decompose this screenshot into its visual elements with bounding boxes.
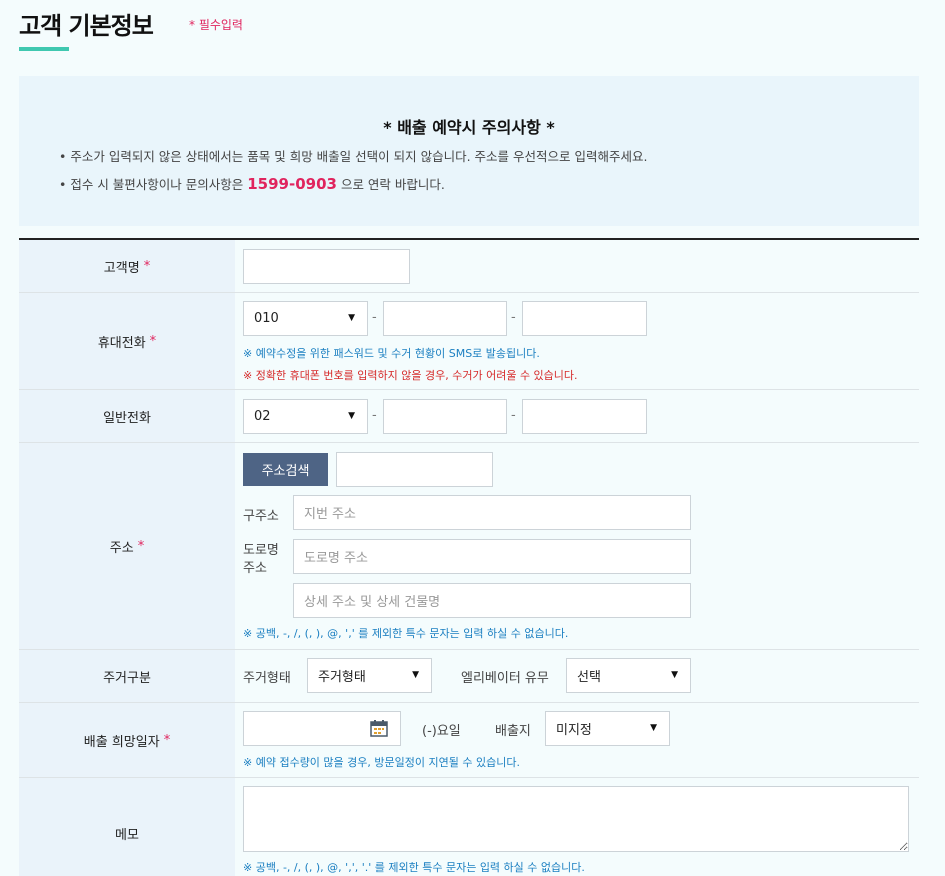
address-special-char-note: ※ 공백, -, /, (, ), @, ',' 를 제외한 특수 문자는 입력… [243, 627, 569, 640]
elevator-select[interactable]: 선택 ▼ [566, 658, 691, 693]
page-title: 고객 기본정보 [19, 12, 154, 40]
schedule-delay-note: ※ 예약 접수량이 많을 경우, 방문일정이 지연될 수 있습니다. [243, 756, 520, 769]
disposal-location-select[interactable]: 미지정 ▼ [545, 711, 670, 746]
notice-line-contact-prefix: • 접수 시 불편사항이나 문의사항은 [59, 177, 248, 192]
dash-separator: - [372, 310, 377, 325]
housing-type-label: 주거형태 [243, 671, 291, 686]
weekday-display: (-)요일 [422, 724, 461, 739]
required-mark: * [149, 333, 157, 349]
required-mark: * [143, 258, 151, 274]
chevron-down-icon: ▼ [412, 670, 419, 680]
page-header: 고객 기본정보 * 필수입력 [19, 6, 243, 51]
customer-info-form: 고객명 * 휴대전화 * 010 ▼ - - ※ 예약수정을 위한 패스워드 및 수… [19, 238, 919, 876]
required-mark: * [137, 538, 145, 554]
title-underline [19, 47, 69, 51]
landline-last-input[interactable] [522, 399, 647, 434]
notice-box: * 배출 예약시 주의사항 * • 주소가 입력되지 않은 상태에서는 품목 및… [19, 76, 919, 226]
disposal-date-label: 배출 희망일자 * [19, 703, 235, 777]
required-note: * 필수입력 [189, 18, 243, 32]
landline-label: 일반전화 [19, 390, 235, 442]
dash-separator: - [372, 408, 377, 423]
mobile-phone-label: 휴대전화 * [19, 293, 235, 389]
customer-name-label: 고객명 * [19, 240, 235, 292]
customer-name-input[interactable] [243, 249, 410, 284]
address-label: 주소 * [19, 443, 235, 649]
mobile-last-input[interactable] [522, 301, 647, 336]
road-address-input[interactable]: 도로명 주소 [293, 539, 691, 574]
row-mobile-phone: 휴대전화 * 010 ▼ - - ※ 예약수정을 위한 패스워드 및 수거 현황이… [19, 293, 919, 390]
zipcode-input[interactable] [336, 452, 493, 487]
contact-phone-number: 1599-0903 [247, 175, 337, 193]
notice-line-contact: • 접수 시 불편사항이나 문의사항은 1599-0903 으로 연락 바랍니다… [59, 174, 445, 193]
sms-note: ※ 예약수정을 위한 패스워드 및 수거 현황이 SMS로 발송됩니다. [243, 347, 540, 360]
disposal-date-input[interactable] [243, 711, 401, 746]
memo-textarea[interactable] [243, 786, 909, 852]
chevron-down-icon: ▼ [650, 723, 657, 733]
disposal-location-label: 배출지 [495, 724, 531, 739]
required-mark: * [163, 732, 171, 748]
chevron-down-icon: ▼ [348, 313, 355, 323]
old-address-label: 구주소 [243, 509, 279, 524]
notice-line-address: • 주소가 입력되지 않은 상태에서는 품목 및 희망 배출일 선택이 되지 않… [59, 149, 648, 164]
address-search-button[interactable]: 주소검색 [243, 453, 328, 486]
elevator-label: 엘리베이터 유무 [461, 671, 549, 686]
road-address-label-line1: 도로명 [243, 543, 279, 558]
row-landline-phone: 일반전화 02 ▼ - - [19, 390, 919, 443]
notice-title: * 배출 예약시 주의사항 * [383, 118, 555, 137]
memo-special-char-note: ※ 공백, -, /, (, ), @, ',', '.' 를 제외한 특수 문… [243, 861, 585, 874]
detail-address-input[interactable]: 상세 주소 및 상세 건물명 [293, 583, 691, 618]
row-memo: 메모 ※ 공백, -, /, (, ), @, ',', '.' 를 제외한 특… [19, 778, 919, 876]
row-housing-type: 주거구분 주거형태 주거형태 ▼ 엘리베이터 유무 선택 ▼ [19, 650, 919, 703]
housing-type-select[interactable]: 주거형태 ▼ [307, 658, 432, 693]
mobile-middle-input[interactable] [383, 301, 507, 336]
landline-prefix-select[interactable]: 02 ▼ [243, 399, 368, 434]
memo-label: 메모 [19, 778, 235, 876]
old-address-input[interactable]: 지번 주소 [293, 495, 691, 530]
phone-accuracy-warning: ※ 정확한 휴대폰 번호를 입력하지 않을 경우, 수거가 어려울 수 있습니다… [243, 369, 578, 382]
calendar-icon[interactable] [370, 720, 388, 737]
chevron-down-icon: ▼ [348, 411, 355, 421]
dash-separator: - [511, 310, 516, 325]
road-address-label-line2: 주소 [243, 561, 267, 576]
mobile-prefix-select[interactable]: 010 ▼ [243, 301, 368, 336]
row-customer-name: 고객명 * [19, 240, 919, 293]
dash-separator: - [511, 408, 516, 423]
housing-label: 주거구분 [19, 650, 235, 702]
chevron-down-icon: ▼ [671, 670, 678, 680]
row-address: 주소 * 주소검색 구주소 지번 주소 도로명 주소 도로명 주소 상세 주소 및… [19, 443, 919, 650]
notice-line-contact-suffix: 으로 연락 바랍니다. [336, 177, 445, 192]
row-disposal-date: 배출 희망일자 * (-)요일 배출지 미지정 ▼ ※ 예약 접수량이 많을 경… [19, 703, 919, 778]
landline-middle-input[interactable] [383, 399, 507, 434]
